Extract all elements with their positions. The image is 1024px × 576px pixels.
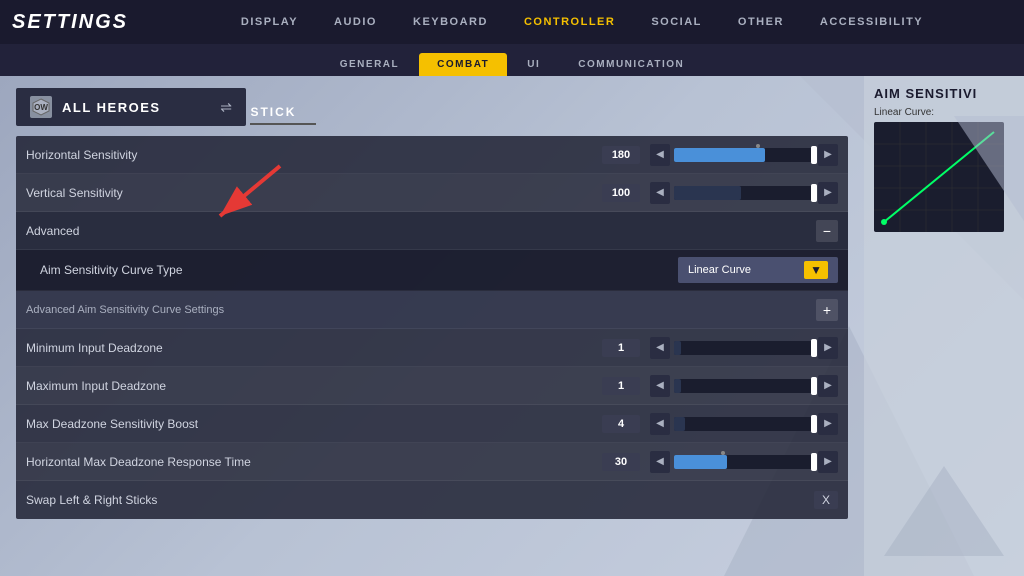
swap-sticks-label: Swap Left & Right Sticks	[26, 493, 814, 507]
vertical-sensitivity-value: 100	[602, 184, 640, 202]
max-deadzone-label: Maximum Input Deadzone	[26, 379, 602, 393]
horizontal-sensitivity-fill	[674, 148, 765, 162]
left-panel: OW ALL HEROES ⇌ STICK Horizonta	[0, 76, 864, 576]
vertical-sensitivity-fill	[674, 186, 741, 200]
deadzone-response-slider[interactable]	[674, 455, 814, 469]
hero-logo-icon: OW	[32, 98, 50, 116]
vertical-sensitivity-label: Vertical Sensitivity	[26, 186, 602, 200]
deadzone-boost-increase[interactable]: ▶	[818, 413, 838, 435]
aim-sensitivity-curve-dropdown[interactable]: Linear Curve ▼	[678, 257, 838, 283]
geo-decoration-1	[954, 116, 1024, 236]
deadzone-boost-thumb[interactable]	[811, 415, 817, 433]
min-deadzone-slider[interactable]	[674, 341, 814, 355]
horizontal-sensitivity-increase[interactable]: ▶	[818, 144, 838, 166]
nav-items: DISPLAY AUDIO KEYBOARD CONTROLLER SOCIAL…	[152, 0, 1012, 44]
deadzone-response-value: 30	[602, 453, 640, 471]
hero-selector[interactable]: OW ALL HEROES ⇌	[16, 88, 246, 126]
aim-sensitivity-title: AIM SENSITIVI	[874, 86, 1014, 101]
deadzone-response-thumb[interactable]	[811, 453, 817, 471]
vertical-sensitivity-control: 100 ◀ ▶	[602, 182, 838, 204]
hero-selector-label: ALL HEROES	[62, 100, 210, 115]
subnav-communication[interactable]: COMMUNICATION	[560, 53, 702, 76]
deadzone-boost-control: 4 ◀ ▶	[602, 413, 838, 435]
hero-icon: OW	[30, 96, 52, 118]
min-deadzone-label: Minimum Input Deadzone	[26, 341, 602, 355]
deadzone-boost-fill	[674, 417, 685, 431]
deadzone-response-row: Horizontal Max Deadzone Response Time 30…	[16, 443, 848, 481]
subnav-general[interactable]: GENERAL	[322, 53, 417, 76]
max-deadzone-increase[interactable]: ▶	[818, 375, 838, 397]
horizontal-sensitivity-row: Horizontal Sensitivity 180 ◀ ▶	[16, 136, 848, 174]
dropdown-arrow-icon: ▼	[804, 261, 828, 279]
horizontal-sensitivity-thumb[interactable]	[811, 146, 817, 164]
nav-other[interactable]: OTHER	[720, 0, 802, 44]
horizontal-sensitivity-label: Horizontal Sensitivity	[26, 148, 602, 162]
advanced-row: Advanced −	[16, 212, 848, 250]
nav-audio[interactable]: AUDIO	[316, 0, 395, 44]
max-deadzone-thumb[interactable]	[811, 377, 817, 395]
curve-settings-row: Advanced Aim Sensitivity Curve Settings …	[16, 291, 848, 329]
swap-sticks-checkbox[interactable]: X	[814, 491, 838, 509]
svg-text:OW: OW	[34, 103, 48, 112]
deadzone-boost-row: Max Deadzone Sensitivity Boost 4 ◀ ▶	[16, 405, 848, 443]
nav-controller[interactable]: CONTROLLER	[506, 0, 633, 44]
vertical-sensitivity-thumb[interactable]	[811, 184, 817, 202]
deadzone-response-pip	[721, 451, 725, 455]
vertical-sensitivity-slider[interactable]	[674, 186, 814, 200]
horizontal-sensitivity-slider[interactable]	[674, 148, 814, 162]
horizontal-sensitivity-pip	[756, 144, 760, 148]
min-deadzone-thumb[interactable]	[811, 339, 817, 357]
advanced-collapse-button[interactable]: −	[816, 220, 838, 242]
deadzone-boost-slider[interactable]	[674, 417, 814, 431]
min-deadzone-value: 1	[602, 339, 640, 357]
deadzone-response-label: Horizontal Max Deadzone Response Time	[26, 455, 602, 469]
min-deadzone-control: 1 ◀ ▶	[602, 337, 838, 359]
geo-decoration-2	[884, 466, 1004, 556]
deadzone-boost-decrease[interactable]: ◀	[650, 413, 670, 435]
deadzone-boost-label: Max Deadzone Sensitivity Boost	[26, 417, 602, 431]
vertical-sensitivity-increase[interactable]: ▶	[818, 182, 838, 204]
deadzone-boost-value: 4	[602, 415, 640, 433]
min-deadzone-decrease[interactable]: ◀	[650, 337, 670, 359]
swap-sticks-row: Swap Left & Right Sticks X	[16, 481, 848, 519]
stick-section-header: STICK	[250, 99, 316, 125]
vertical-sensitivity-row: Vertical Sensitivity 100 ◀ ▶	[16, 174, 848, 212]
right-panel: AIM SENSITIVI Linear Curve:	[864, 76, 1024, 576]
horizontal-sensitivity-decrease[interactable]: ◀	[650, 144, 670, 166]
vertical-sensitivity-decrease[interactable]: ◀	[650, 182, 670, 204]
min-deadzone-increase[interactable]: ▶	[818, 337, 838, 359]
horizontal-sensitivity-control: 180 ◀ ▶	[602, 144, 838, 166]
top-nav: SETTINGS DISPLAY AUDIO KEYBOARD CONTROLL…	[0, 0, 1024, 44]
max-deadzone-slider[interactable]	[674, 379, 814, 393]
curve-settings-expand-button[interactable]: +	[816, 299, 838, 321]
min-deadzone-fill	[674, 341, 681, 355]
deadzone-response-fill	[674, 455, 727, 469]
nav-display[interactable]: DISPLAY	[223, 0, 316, 44]
horizontal-sensitivity-value: 180	[602, 146, 640, 164]
deadzone-response-increase[interactable]: ▶	[818, 451, 838, 473]
subnav-ui[interactable]: UI	[509, 53, 558, 76]
nav-social[interactable]: SOCIAL	[633, 0, 720, 44]
app-title: SETTINGS	[12, 11, 128, 34]
settings-table: Horizontal Sensitivity 180 ◀ ▶ Vertical …	[16, 136, 848, 519]
advanced-label: Advanced	[26, 224, 816, 238]
max-deadzone-value: 1	[602, 377, 640, 395]
aim-sensitivity-curve-row: Aim Sensitivity Curve Type Linear Curve …	[16, 250, 848, 291]
max-deadzone-row: Maximum Input Deadzone 1 ◀ ▶	[16, 367, 848, 405]
max-deadzone-decrease[interactable]: ◀	[650, 375, 670, 397]
hero-swap-icon: ⇌	[220, 99, 232, 116]
max-deadzone-control: 1 ◀ ▶	[602, 375, 838, 397]
nav-keyboard[interactable]: KEYBOARD	[395, 0, 506, 44]
max-deadzone-fill	[674, 379, 681, 393]
main-content: OW ALL HEROES ⇌ STICK Horizonta	[0, 76, 1024, 576]
subnav-combat[interactable]: COMBAT	[419, 53, 507, 76]
deadzone-response-decrease[interactable]: ◀	[650, 451, 670, 473]
min-deadzone-row: Minimum Input Deadzone 1 ◀ ▶	[16, 329, 848, 367]
sub-nav: GENERAL COMBAT UI COMMUNICATION	[0, 44, 1024, 76]
nav-accessibility[interactable]: ACCESSIBILITY	[802, 0, 941, 44]
dropdown-selected-value: Linear Curve	[688, 264, 751, 276]
deadzone-response-control: 30 ◀ ▶	[602, 451, 838, 473]
curve-settings-label: Advanced Aim Sensitivity Curve Settings	[26, 304, 816, 316]
aim-sensitivity-curve-label: Aim Sensitivity Curve Type	[40, 263, 678, 277]
